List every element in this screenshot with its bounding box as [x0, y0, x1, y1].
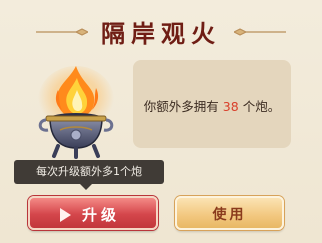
- tooltip-tail: [80, 184, 92, 190]
- info-prefix: 你额外多拥有: [143, 99, 219, 114]
- upgrade-button-label: 升级: [82, 206, 121, 224]
- upgrade-button[interactable]: 升级: [28, 196, 158, 230]
- title-bar: 隔岸观火: [0, 0, 322, 50]
- play-icon: [60, 208, 71, 222]
- upgrade-tooltip: 每次升级额外多1个炮: [14, 160, 164, 184]
- use-button-label: 使用: [212, 207, 247, 223]
- title-ornament-right-icon: [234, 28, 286, 36]
- skill-dialog: 隔岸观火 你额外多拥有 38 个炮。 每次升级额外多1个炮 升级 使用: [0, 0, 322, 243]
- info-suffix: 个炮。: [242, 99, 281, 114]
- extra-cannons-text: 你额外多拥有 38 个炮。: [133, 96, 291, 115]
- cannon-count: 38: [222, 99, 239, 114]
- use-button[interactable]: 使用: [175, 196, 284, 230]
- info-box: 你额外多拥有 38 个炮。: [133, 60, 291, 148]
- flaming-cauldron-icon: [24, 60, 134, 160]
